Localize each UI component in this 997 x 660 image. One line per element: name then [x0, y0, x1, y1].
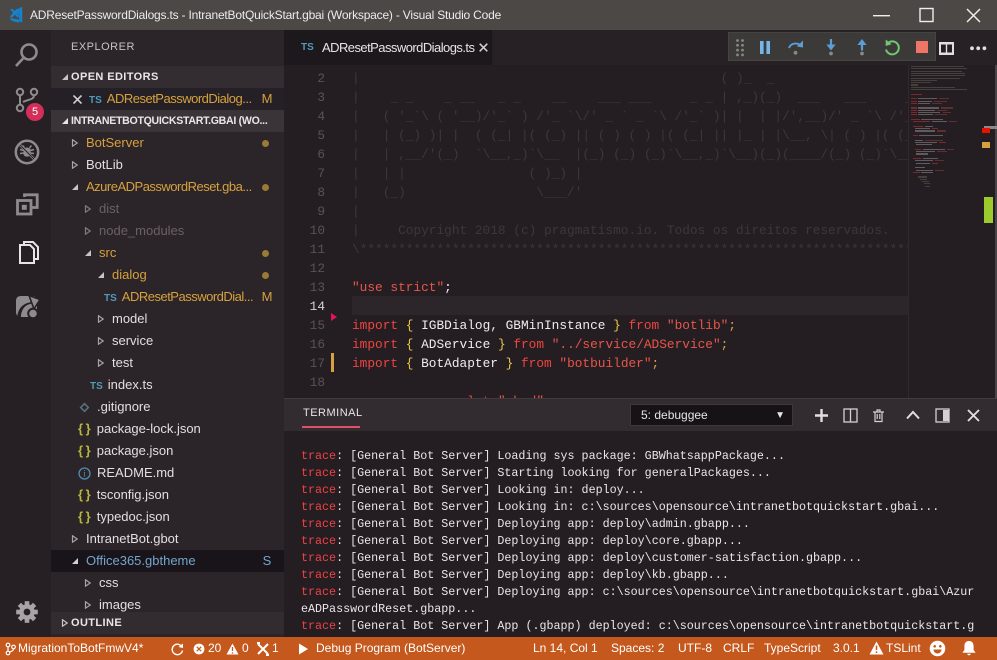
svg-text:i: i	[83, 469, 86, 479]
